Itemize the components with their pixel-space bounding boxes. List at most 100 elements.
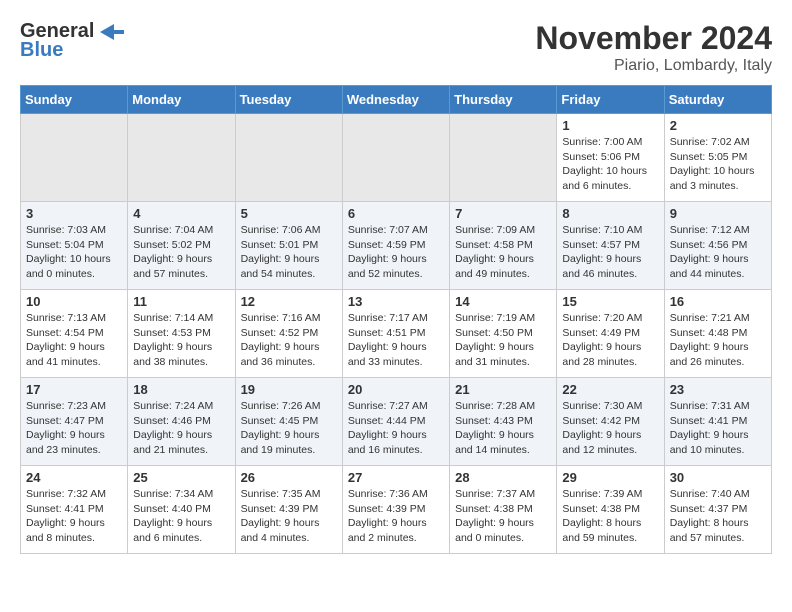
- calendar-body: 1Sunrise: 7:00 AMSunset: 5:06 PMDaylight…: [21, 114, 772, 554]
- day-number: 19: [241, 382, 337, 397]
- weekday-header-cell: Wednesday: [342, 86, 449, 114]
- calendar-day-cell: 9 Sunrise: 7:12 AMSunset: 4:56 PMDaylight…: [664, 202, 771, 290]
- day-info: Sunrise: 7:35 AMSunset: 4:39 PMDaylight:…: [241, 487, 337, 546]
- day-number: 14: [455, 294, 551, 309]
- day-info: Sunrise: 7:31 AMSunset: 4:41 PMDaylight:…: [670, 399, 766, 458]
- day-info: Sunrise: 7:39 AMSunset: 4:38 PMDaylight:…: [562, 487, 658, 546]
- day-number: 5: [241, 206, 337, 221]
- weekday-header-cell: Saturday: [664, 86, 771, 114]
- day-number: 22: [562, 382, 658, 397]
- calendar-day-cell: 11Sunrise: 7:14 AMSunset: 4:53 PMDayligh…: [128, 290, 235, 378]
- day-info: Sunrise: 7:04 AMSunset: 5:02 PMDaylight:…: [133, 223, 229, 282]
- weekday-header-cell: Monday: [128, 86, 235, 114]
- day-number: 9: [670, 206, 766, 221]
- calendar-day-cell: 19Sunrise: 7:26 AMSunset: 4:45 PMDayligh…: [235, 378, 342, 466]
- calendar-day-cell: 1Sunrise: 7:00 AMSunset: 5:06 PMDaylight…: [557, 114, 664, 202]
- calendar-day-cell: 30 Sunrise: 7:40 AMSunset: 4:37 PMDayligh…: [664, 466, 771, 554]
- day-number: 6: [348, 206, 444, 221]
- day-info: Sunrise: 7:40 AMSunset: 4:37 PMDaylight:…: [670, 487, 766, 546]
- day-number: 29: [562, 470, 658, 485]
- weekday-header-cell: Sunday: [21, 86, 128, 114]
- calendar-day-cell: 12 Sunrise: 7:16 AMSunset: 4:52 PMDayligh…: [235, 290, 342, 378]
- day-number: 17: [26, 382, 122, 397]
- calendar-day-cell: 7 Sunrise: 7:09 AMSunset: 4:58 PMDaylight…: [450, 202, 557, 290]
- page-header: General Blue November 2024 Piario, Lomba…: [20, 20, 772, 75]
- day-info: Sunrise: 7:24 AMSunset: 4:46 PMDaylight:…: [133, 399, 229, 458]
- day-info: Sunrise: 7:00 AMSunset: 5:06 PMDaylight:…: [562, 135, 658, 194]
- day-number: 21: [455, 382, 551, 397]
- month-title: November 2024: [535, 20, 772, 57]
- calendar-week-row: 17 Sunrise: 7:23 AMSunset: 4:47 PMDayligh…: [21, 378, 772, 466]
- day-info: Sunrise: 7:13 AMSunset: 4:54 PMDaylight:…: [26, 311, 122, 370]
- calendar-week-row: 1Sunrise: 7:00 AMSunset: 5:06 PMDaylight…: [21, 114, 772, 202]
- day-number: 23: [670, 382, 766, 397]
- day-info: Sunrise: 7:37 AMSunset: 4:38 PMDaylight:…: [455, 487, 551, 546]
- day-info: Sunrise: 7:16 AMSunset: 4:52 PMDaylight:…: [241, 311, 337, 370]
- calendar-day-cell: 23 Sunrise: 7:31 AMSunset: 4:41 PMDayligh…: [664, 378, 771, 466]
- calendar-week-row: 3Sunrise: 7:03 AMSunset: 5:04 PMDaylight…: [21, 202, 772, 290]
- day-info: Sunrise: 7:23 AMSunset: 4:47 PMDaylight:…: [26, 399, 122, 458]
- day-number: 2: [670, 118, 766, 133]
- day-info: Sunrise: 7:14 AMSunset: 4:53 PMDaylight:…: [133, 311, 229, 370]
- day-info: Sunrise: 7:36 AMSunset: 4:39 PMDaylight:…: [348, 487, 444, 546]
- calendar-day-cell: 14 Sunrise: 7:19 AMSunset: 4:50 PMDayligh…: [450, 290, 557, 378]
- logo-blue: Blue: [20, 39, 63, 62]
- calendar-day-cell: [450, 114, 557, 202]
- calendar-day-cell: 18 Sunrise: 7:24 AMSunset: 4:46 PMDayligh…: [128, 378, 235, 466]
- calendar-day-cell: 28Sunrise: 7:37 AMSunset: 4:38 PMDayligh…: [450, 466, 557, 554]
- day-number: 25: [133, 470, 229, 485]
- day-info: Sunrise: 7:27 AMSunset: 4:44 PMDaylight:…: [348, 399, 444, 458]
- calendar-day-cell: 15Sunrise: 7:20 AMSunset: 4:49 PMDayligh…: [557, 290, 664, 378]
- calendar-day-cell: [342, 114, 449, 202]
- day-info: Sunrise: 7:28 AMSunset: 4:43 PMDaylight:…: [455, 399, 551, 458]
- calendar-day-cell: 21 Sunrise: 7:28 AMSunset: 4:43 PMDayligh…: [450, 378, 557, 466]
- calendar-day-cell: 24 Sunrise: 7:32 AMSunset: 4:41 PMDayligh…: [21, 466, 128, 554]
- day-info: Sunrise: 7:09 AMSunset: 4:58 PMDaylight:…: [455, 223, 551, 282]
- day-number: 12: [241, 294, 337, 309]
- day-info: Sunrise: 7:34 AMSunset: 4:40 PMDaylight:…: [133, 487, 229, 546]
- calendar-day-cell: 10Sunrise: 7:13 AMSunset: 4:54 PMDayligh…: [21, 290, 128, 378]
- day-number: 26: [241, 470, 337, 485]
- calendar-day-cell: 20 Sunrise: 7:27 AMSunset: 4:44 PMDayligh…: [342, 378, 449, 466]
- day-info: Sunrise: 7:06 AMSunset: 5:01 PMDaylight:…: [241, 223, 337, 282]
- weekday-header-cell: Thursday: [450, 86, 557, 114]
- day-number: 18: [133, 382, 229, 397]
- calendar-day-cell: 5 Sunrise: 7:06 AMSunset: 5:01 PMDaylight…: [235, 202, 342, 290]
- day-info: Sunrise: 7:10 AMSunset: 4:57 PMDaylight:…: [562, 223, 658, 282]
- day-number: 7: [455, 206, 551, 221]
- calendar-day-cell: 4 Sunrise: 7:04 AMSunset: 5:02 PMDaylight…: [128, 202, 235, 290]
- day-number: 20: [348, 382, 444, 397]
- day-number: 27: [348, 470, 444, 485]
- calendar-day-cell: 6Sunrise: 7:07 AMSunset: 4:59 PMDaylight…: [342, 202, 449, 290]
- day-info: Sunrise: 7:20 AMSunset: 4:49 PMDaylight:…: [562, 311, 658, 370]
- calendar-day-cell: 17 Sunrise: 7:23 AMSunset: 4:47 PMDayligh…: [21, 378, 128, 466]
- calendar-day-cell: 3Sunrise: 7:03 AMSunset: 5:04 PMDaylight…: [21, 202, 128, 290]
- day-info: Sunrise: 7:30 AMSunset: 4:42 PMDaylight:…: [562, 399, 658, 458]
- logo-arrow-icon: [96, 22, 124, 42]
- weekday-header-row: SundayMondayTuesdayWednesdayThursdayFrid…: [21, 86, 772, 114]
- day-number: 24: [26, 470, 122, 485]
- calendar-table: SundayMondayTuesdayWednesdayThursdayFrid…: [20, 85, 772, 554]
- calendar-day-cell: [21, 114, 128, 202]
- weekday-header-cell: Friday: [557, 86, 664, 114]
- day-number: 3: [26, 206, 122, 221]
- day-number: 4: [133, 206, 229, 221]
- calendar-day-cell: 29 Sunrise: 7:39 AMSunset: 4:38 PMDayligh…: [557, 466, 664, 554]
- calendar-day-cell: [235, 114, 342, 202]
- day-info: Sunrise: 7:21 AMSunset: 4:48 PMDaylight:…: [670, 311, 766, 370]
- calendar-day-cell: [128, 114, 235, 202]
- day-number: 16: [670, 294, 766, 309]
- day-number: 30: [670, 470, 766, 485]
- calendar-day-cell: 27 Sunrise: 7:36 AMSunset: 4:39 PMDayligh…: [342, 466, 449, 554]
- calendar-day-cell: 25 Sunrise: 7:34 AMSunset: 4:40 PMDayligh…: [128, 466, 235, 554]
- day-info: Sunrise: 7:12 AMSunset: 4:56 PMDaylight:…: [670, 223, 766, 282]
- weekday-header-cell: Tuesday: [235, 86, 342, 114]
- calendar-day-cell: 26 Sunrise: 7:35 AMSunset: 4:39 PMDayligh…: [235, 466, 342, 554]
- day-number: 13: [348, 294, 444, 309]
- day-number: 8: [562, 206, 658, 221]
- calendar-day-cell: 8 Sunrise: 7:10 AMSunset: 4:57 PMDaylight…: [557, 202, 664, 290]
- title-block: November 2024 Piario, Lombardy, Italy: [535, 20, 772, 75]
- day-info: Sunrise: 7:32 AMSunset: 4:41 PMDaylight:…: [26, 487, 122, 546]
- day-info: Sunrise: 7:19 AMSunset: 4:50 PMDaylight:…: [455, 311, 551, 370]
- calendar-day-cell: 2Sunrise: 7:02 AMSunset: 5:05 PMDaylight…: [664, 114, 771, 202]
